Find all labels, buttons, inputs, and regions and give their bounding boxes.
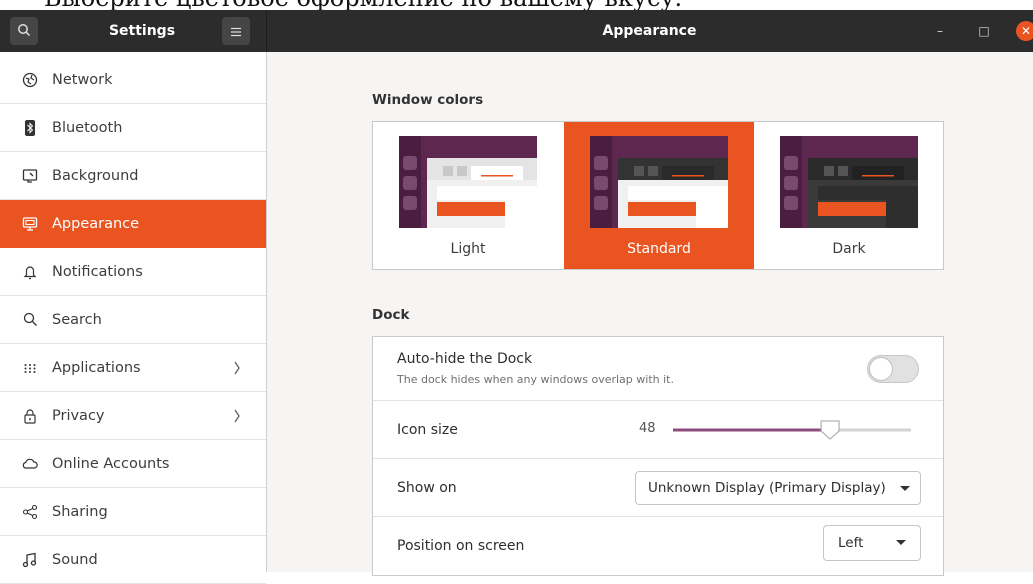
sidebar-item-label: Privacy [52, 407, 105, 424]
sidebar-item-online-accounts[interactable]: Online Accounts [0, 440, 266, 488]
sidebar-item-label: Applications [52, 359, 141, 376]
sidebar-item-appearance[interactable]: Appearance [0, 200, 266, 248]
maximize-button[interactable]: □ [974, 21, 994, 41]
window-colors-box: Light Standard Dark [372, 121, 944, 270]
title-bar: Settings Appearance – □ ✕ [0, 10, 1033, 52]
menu-button[interactable] [222, 17, 250, 45]
minimize-button[interactable]: – [930, 21, 950, 41]
theme-label: Dark [832, 241, 866, 257]
icon-size-row: Icon size 48 [373, 401, 943, 459]
sidebar-item-network[interactable]: Network [0, 56, 266, 104]
position-value: Left [838, 535, 864, 551]
icon-size-slider[interactable] [669, 418, 919, 442]
theme-option-standard[interactable]: Standard [564, 122, 754, 269]
sidebar-item-label: Network [52, 71, 113, 88]
search-icon [20, 310, 40, 330]
sidebar-item-label: Sound [52, 551, 98, 568]
show-on-label: Show on [397, 480, 457, 496]
chevron-right-icon [228, 406, 246, 426]
caption-strip: Выберите цветовое оформление по вашему в… [0, 0, 1033, 10]
show-on-value: Unknown Display (Primary Display) [648, 480, 886, 496]
music-note-icon [20, 550, 40, 570]
sidebar-item-label: Online Accounts [52, 455, 170, 472]
cloud-icon [20, 454, 40, 474]
theme-label: Standard [627, 241, 691, 257]
page-title: Appearance [602, 23, 697, 39]
share-icon [20, 502, 40, 522]
network-icon [20, 70, 40, 90]
position-row: Position on screen Left [373, 517, 943, 575]
sidebar-item-label: Appearance [52, 216, 140, 232]
theme-option-light[interactable]: Light [373, 122, 563, 269]
dark-theme-preview [780, 136, 918, 228]
dock-title: Dock [372, 307, 410, 323]
sidebar-item-sound[interactable]: Sound [0, 536, 266, 584]
standard-theme-preview [590, 136, 728, 228]
app-title: Settings [108, 23, 176, 39]
autohide-sublabel: The dock hides when any windows overlap … [397, 373, 674, 386]
sidebar-item-label: Bluetooth [52, 119, 123, 136]
sidebar-item-background[interactable]: Background [0, 152, 266, 200]
sidebar-item-label: Background [52, 167, 139, 184]
sidebar-item-sharing[interactable]: Sharing [0, 488, 266, 536]
light-theme-preview [399, 136, 537, 228]
apps-grid-icon [20, 358, 40, 378]
lock-icon [20, 406, 40, 426]
sidebar-header: Settings [0, 10, 267, 52]
search-icon [17, 22, 31, 41]
autohide-label: Auto-hide the Dock [397, 351, 533, 367]
appearance-icon [20, 214, 40, 234]
window-colors-title: Window colors [372, 92, 484, 108]
theme-label: Light [450, 241, 486, 257]
main-panel: Window colors Light Standard Dark Dock A… [267, 52, 1033, 576]
dock-settings-box: Auto-hide the Dock The dock hides when a… [372, 336, 944, 576]
chevron-down-icon [900, 486, 910, 491]
icon-size-label: Icon size [397, 422, 458, 438]
background-icon [20, 166, 40, 186]
autohide-toggle[interactable] [867, 355, 919, 383]
autohide-row: Auto-hide the Dock The dock hides when a… [373, 337, 943, 401]
close-button[interactable]: ✕ [1016, 21, 1033, 41]
chevron-down-icon [896, 540, 906, 545]
caption-text: Выберите цветовое оформление по вашему в… [44, 0, 682, 10]
show-on-dropdown[interactable]: Unknown Display (Primary Display) [635, 471, 921, 505]
sidebar-item-label: Notifications [52, 263, 143, 280]
sidebar: Network Bluetooth Background Appearance … [0, 52, 267, 584]
chevron-right-icon [228, 358, 246, 378]
sidebar-item-notifications[interactable]: Notifications [0, 248, 266, 296]
search-button[interactable] [10, 17, 38, 45]
show-on-row: Show on Unknown Display (Primary Display… [373, 459, 943, 517]
hamburger-menu-icon [230, 22, 242, 41]
slider-handle[interactable] [820, 420, 840, 440]
sidebar-item-search[interactable]: Search [0, 296, 266, 344]
theme-option-dark[interactable]: Dark [754, 122, 944, 269]
position-label: Position on screen [397, 538, 525, 554]
sidebar-item-label: Sharing [52, 503, 108, 520]
sidebar-item-privacy[interactable]: Privacy [0, 392, 266, 440]
bell-icon [20, 262, 40, 282]
sidebar-item-bluetooth[interactable]: Bluetooth [0, 104, 266, 152]
sidebar-item-label: Search [52, 311, 102, 328]
icon-size-value: 48 [639, 421, 656, 436]
position-dropdown[interactable]: Left [823, 525, 921, 561]
bluetooth-icon [20, 118, 40, 138]
toggle-knob [869, 357, 893, 381]
sidebar-item-applications[interactable]: Applications [0, 344, 266, 392]
